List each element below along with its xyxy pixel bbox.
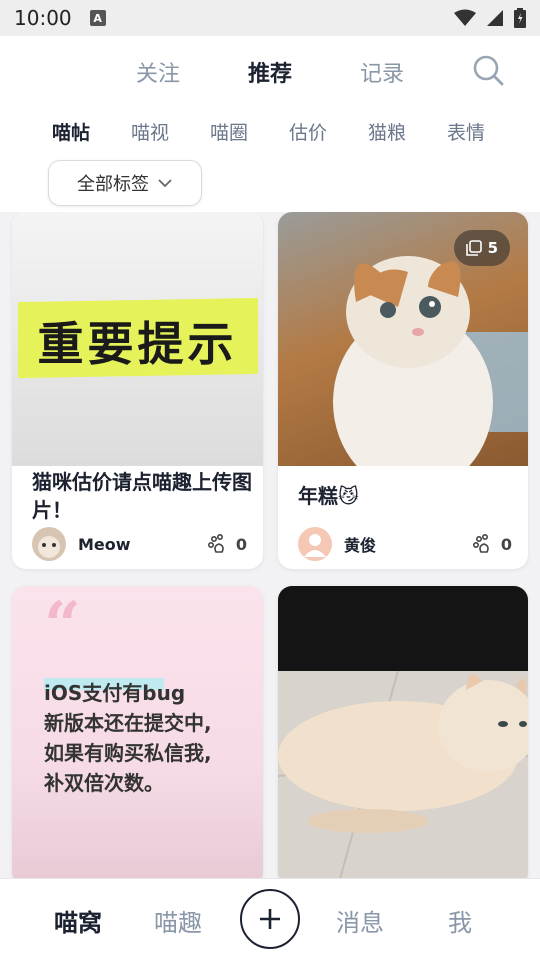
photo-count: 5	[487, 239, 498, 257]
bottom-nav: 喵窝 喵趣 消息 我	[0, 878, 540, 960]
quote-line: iOS支付有bug	[44, 681, 186, 705]
post-card[interactable]: 重要提示 猫咪估价请点喵趣上传图片！ Meow 0	[12, 212, 263, 569]
like-count: 0	[500, 534, 512, 554]
post-footer: 黄俊 0	[298, 526, 512, 562]
status-bar: 10:00 A	[0, 0, 540, 36]
nav-messages[interactable]: 消息	[336, 903, 384, 938]
tab-stickers[interactable]: 表情	[447, 118, 485, 145]
notification-a-icon: A	[89, 10, 106, 26]
quote-icon: “	[44, 588, 81, 663]
quote-line: 新版本还在提交中,	[44, 711, 212, 735]
post-title: 猫咪估价请点喵趣上传图片！	[32, 470, 252, 522]
add-post-button[interactable]	[240, 889, 300, 949]
nav-me[interactable]: 我	[448, 903, 472, 938]
tab-circles[interactable]: 喵圈	[210, 118, 248, 145]
tab-follow[interactable]: 关注	[136, 56, 180, 88]
post-image: 5	[278, 212, 528, 466]
nav-home[interactable]: 喵窝	[54, 903, 102, 938]
tag-filter-label: 全部标签	[77, 174, 149, 195]
header: 关注 推荐 记录 喵帖 喵视 喵圈 估价 猫粮 表情 全部标签	[0, 36, 540, 212]
paw-icon	[472, 534, 489, 553]
tab-videos[interactable]: 喵视	[131, 118, 169, 145]
post-image: 重要提示	[12, 212, 263, 466]
nav-fun[interactable]: 喵趣	[154, 903, 202, 938]
tag-filter-dropdown[interactable]: 全部标签	[48, 160, 202, 206]
avatar[interactable]	[32, 527, 66, 561]
tab-valuation[interactable]: 估价	[289, 118, 327, 145]
post-title: 年糕😼	[298, 484, 359, 508]
battery-icon	[514, 8, 526, 28]
status-time: 10:00	[14, 6, 72, 30]
tab-records[interactable]: 记录	[360, 56, 404, 88]
category-tabs: 喵帖 喵视 喵圈 估价 猫粮 表情	[0, 118, 540, 146]
quote-line: 如果有购买私信我,	[44, 741, 212, 765]
default-avatar-icon	[304, 534, 326, 557]
chevron-down-icon	[158, 179, 172, 188]
author-name[interactable]: Meow	[78, 535, 131, 554]
post-card[interactable]	[278, 586, 528, 878]
quote-text: iOS支付有bug 新版本还在提交中, 如果有购买私信我, 补双倍次数。	[44, 678, 212, 798]
tab-catfood[interactable]: 猫粮	[368, 118, 406, 145]
plus-icon	[260, 909, 280, 929]
like-count: 0	[235, 534, 247, 554]
wifi-icon	[454, 9, 476, 26]
paw-icon	[207, 534, 224, 553]
post-footer: Meow 0	[32, 526, 247, 562]
quote-line: 补双倍次数。	[44, 771, 164, 795]
like-button[interactable]: 0	[207, 534, 247, 554]
tab-recommend[interactable]: 推荐	[248, 56, 292, 88]
image-text: 重要提示	[37, 317, 238, 371]
search-icon[interactable]	[472, 54, 504, 86]
signal-icon	[487, 10, 503, 26]
author-name[interactable]: 黄俊	[344, 532, 376, 556]
like-button[interactable]: 0	[472, 534, 512, 554]
post-feed[interactable]: 重要提示 猫咪估价请点喵趣上传图片！ Meow 0 5 年糕😼 黄俊 0 “ i…	[0, 212, 540, 878]
post-card[interactable]: 5 年糕😼 黄俊 0	[278, 212, 528, 569]
cat-photo	[278, 586, 528, 878]
post-card[interactable]: “ iOS支付有bug 新版本还在提交中, 如果有购买私信我, 补双倍次数。	[12, 586, 263, 878]
avatar[interactable]	[298, 527, 332, 561]
tab-posts[interactable]: 喵帖	[52, 118, 90, 145]
top-tabs: 关注 推荐 记录	[0, 56, 540, 88]
gallery-icon	[465, 240, 482, 256]
photo-count-badge: 5	[453, 230, 510, 266]
